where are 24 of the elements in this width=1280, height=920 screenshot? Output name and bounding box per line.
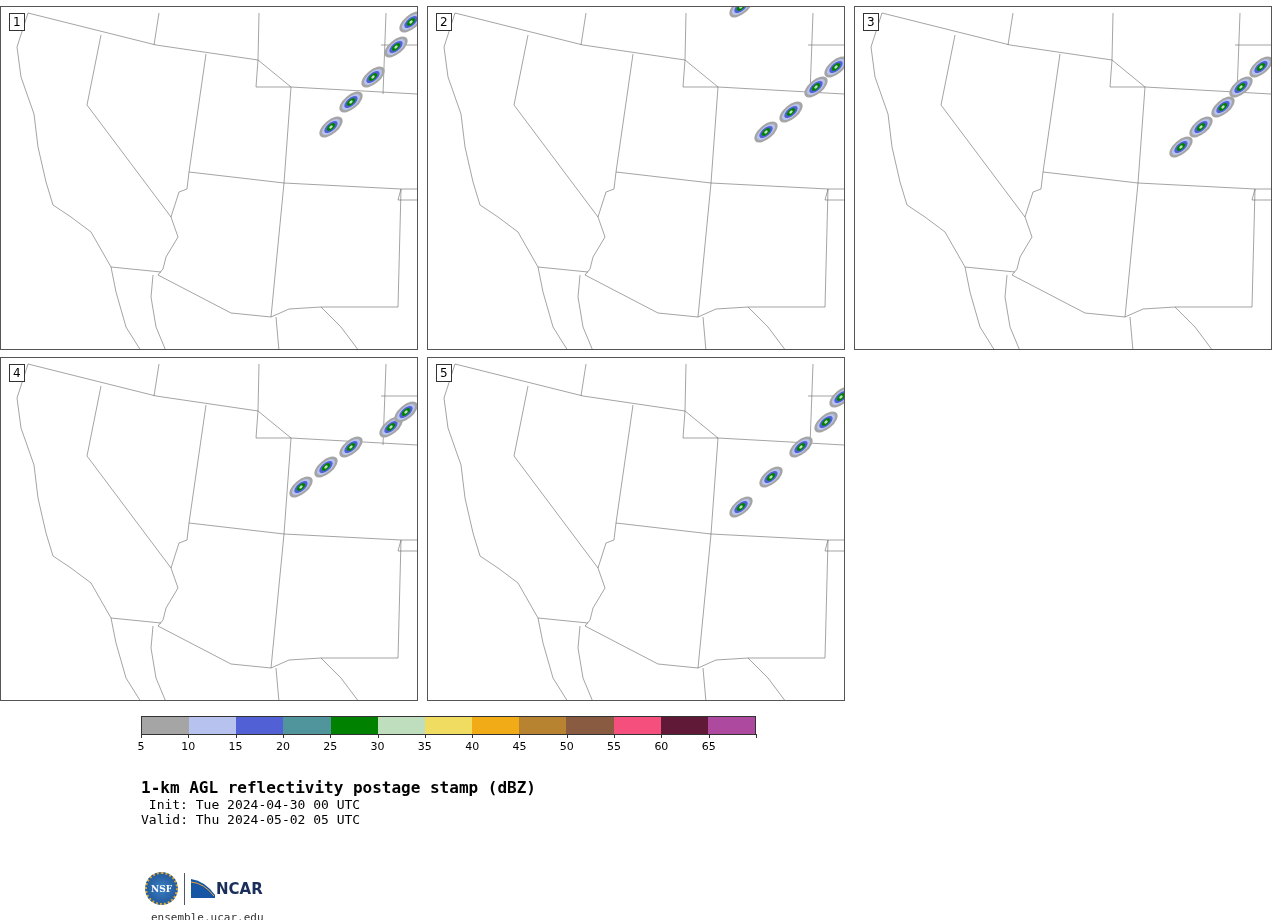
tick-label: 50 <box>559 740 574 753</box>
swoosh-icon <box>191 879 215 898</box>
tick-label: 5 <box>137 740 145 753</box>
panel-number: 2 <box>436 13 452 31</box>
ncar-logo-text: NCAR <box>216 879 263 898</box>
panel-number: 5 <box>436 364 452 382</box>
tick-label: 35 <box>417 740 432 753</box>
nsf-logo: NSF <box>145 872 178 905</box>
tick-label: 45 <box>512 740 527 753</box>
tick-label: 20 <box>275 740 290 753</box>
tick-label: 10 <box>181 740 196 753</box>
tick-label: 25 <box>323 740 338 753</box>
init-time: Init: Tue 2024-04-30 00 UTC <box>147 797 362 812</box>
tick-label: 55 <box>607 740 622 753</box>
tick-label: 40 <box>465 740 480 753</box>
panel-number: 4 <box>9 364 25 382</box>
tick-label: 30 <box>370 740 385 753</box>
panel-number: 1 <box>9 13 25 31</box>
chart-title: 1-km AGL reflectivity postage stamp (dBZ) <box>141 779 537 797</box>
panel-number: 3 <box>863 13 879 31</box>
tick-label: 65 <box>701 740 716 753</box>
tick-label: 15 <box>228 740 243 753</box>
tick-label: 60 <box>654 740 669 753</box>
valid-time: Valid: Thu 2024-05-02 05 UTC <box>141 812 362 827</box>
